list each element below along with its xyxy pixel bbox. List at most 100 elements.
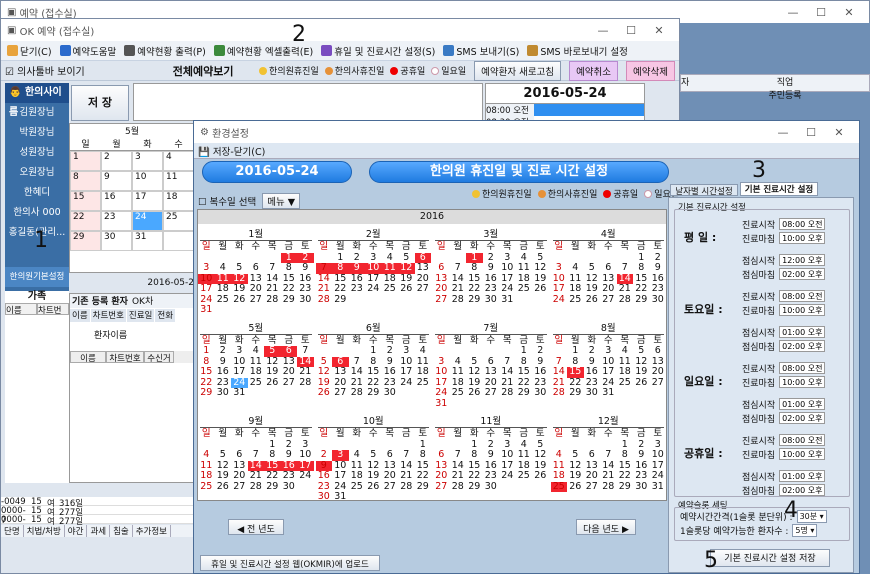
calendar-day[interactable]: 15 bbox=[567, 366, 584, 378]
calendar-day[interactable]: 13 bbox=[332, 366, 349, 378]
calendar-day[interactable]: 10 bbox=[433, 366, 450, 378]
time-input[interactable] bbox=[779, 254, 826, 266]
mini-day[interactable]: 31 bbox=[132, 231, 163, 251]
calendar-day[interactable]: 25 bbox=[198, 481, 215, 493]
bottom-tab[interactable]: 야간 bbox=[65, 525, 88, 537]
calendar-day[interactable]: 17 bbox=[198, 283, 215, 295]
mini-day[interactable]: 23 bbox=[101, 211, 132, 231]
calendar-day[interactable]: 1 bbox=[198, 345, 215, 357]
calendar-day[interactable]: 17 bbox=[332, 470, 349, 482]
calendar-day[interactable]: 9 bbox=[281, 449, 298, 461]
calendar-day[interactable]: 9 bbox=[483, 262, 500, 274]
calendar-day[interactable]: 12 bbox=[316, 366, 333, 378]
doctor-item[interactable]: 오원장님 bbox=[5, 163, 69, 183]
slot-count-select[interactable]: 5명 ▾ bbox=[792, 523, 818, 537]
mini-day[interactable]: 2 bbox=[101, 151, 132, 171]
toolbar-item[interactable]: 예약현황 출력(P) bbox=[124, 44, 206, 58]
time-input[interactable] bbox=[779, 304, 826, 316]
mini-day[interactable]: 8 bbox=[70, 171, 101, 191]
calendar-day[interactable]: 16 bbox=[215, 366, 232, 378]
calendar-day[interactable]: 20 bbox=[433, 470, 450, 482]
calendar-day[interactable]: 28 bbox=[248, 481, 265, 493]
table-row[interactable]: 0000-9 15 여 277일 bbox=[1, 515, 201, 535]
minimize-button[interactable]: — bbox=[769, 126, 797, 139]
calendar-day[interactable]: 26 bbox=[532, 470, 549, 482]
calendar-day[interactable]: 6 bbox=[280, 345, 297, 357]
calendar-day[interactable]: 16 bbox=[532, 366, 549, 378]
calendar-day[interactable]: 5 bbox=[215, 449, 232, 461]
calendar-day[interactable]: 4 bbox=[198, 449, 215, 461]
mini-day[interactable]: 3 bbox=[132, 151, 163, 171]
calendar-day[interactable]: 10 bbox=[499, 449, 516, 461]
bottom-tab[interactable]: 단명 bbox=[1, 525, 24, 537]
calendar-day[interactable]: 3 bbox=[332, 449, 349, 461]
memo-area[interactable] bbox=[133, 83, 483, 121]
calendar-day[interactable]: 29 bbox=[567, 387, 584, 399]
calendar-day[interactable]: 11 bbox=[381, 262, 398, 274]
calendar-day[interactable]: 21 bbox=[264, 283, 281, 295]
close-button[interactable]: ✕ bbox=[825, 126, 853, 139]
calendar-day[interactable]: 26 bbox=[567, 481, 584, 493]
calendar-day[interactable]: 27 bbox=[433, 481, 450, 493]
calendar-day[interactable]: 29 bbox=[365, 387, 382, 399]
calendar-day[interactable]: 29 bbox=[617, 481, 634, 493]
minimize-button[interactable]: — bbox=[589, 24, 617, 37]
bottom-tab[interactable]: 과세 bbox=[87, 525, 111, 537]
prev-year-button[interactable]: ◀ 전 년도 bbox=[228, 519, 284, 535]
calendar-day[interactable]: 21 bbox=[450, 283, 467, 295]
calendar-day[interactable]: 31 bbox=[332, 491, 349, 503]
calendar-day[interactable]: 7 bbox=[248, 449, 265, 461]
calendar-day[interactable]: 19 bbox=[365, 470, 382, 482]
calendar-day[interactable]: 8 bbox=[466, 262, 483, 274]
calendar-day[interactable]: 30 bbox=[215, 387, 232, 399]
calendar-day[interactable]: 29 bbox=[466, 294, 483, 306]
mini-day[interactable]: 22 bbox=[70, 211, 101, 231]
calendar-day[interactable]: 30 bbox=[532, 387, 549, 399]
calendar-day[interactable]: 27 bbox=[248, 294, 265, 306]
mini-day[interactable]: 15 bbox=[70, 191, 101, 211]
calendar-day[interactable]: 29 bbox=[281, 294, 298, 306]
calendar-day[interactable]: 24 bbox=[650, 470, 667, 482]
calendar-day[interactable]: 4 bbox=[551, 449, 568, 461]
calendar-day[interactable]: 6 bbox=[600, 262, 617, 274]
time-input[interactable] bbox=[779, 218, 826, 230]
bottom-tab[interactable]: 치법/처방 bbox=[24, 525, 65, 537]
next-year-button[interactable]: 다음 년도 ▶ bbox=[576, 519, 636, 535]
calendar-day[interactable]: 29 bbox=[516, 387, 533, 399]
calendar-day[interactable]: 29 bbox=[332, 294, 349, 306]
calendar-day[interactable]: 3 bbox=[231, 345, 248, 357]
calendar-day[interactable]: 6 bbox=[433, 262, 450, 274]
calendar-day[interactable]: 29 bbox=[466, 481, 483, 493]
toolbar-item[interactable]: SMS 바로보내기 설정 bbox=[527, 44, 628, 58]
calendar-day[interactable]: 5 bbox=[365, 449, 382, 461]
calendar-day[interactable]: 25 bbox=[349, 481, 366, 493]
calendar-day[interactable]: 23 bbox=[281, 470, 298, 482]
calendar-day[interactable]: 19 bbox=[567, 470, 584, 482]
calendar-day[interactable]: 19 bbox=[264, 366, 281, 378]
mini-day[interactable]: 11 bbox=[163, 171, 194, 191]
calendar-day[interactable]: 15 bbox=[516, 366, 533, 378]
mini-day[interactable]: 10 bbox=[132, 171, 163, 191]
calendar-day[interactable]: 5 bbox=[231, 262, 248, 274]
mini-day[interactable]: 9 bbox=[101, 171, 132, 191]
calendar-day[interactable]: 22 bbox=[466, 470, 483, 482]
calendar-day[interactable]: 16 bbox=[316, 470, 333, 482]
subtab-name[interactable]: 이름 bbox=[70, 309, 90, 322]
calendar-day[interactable]: 5 bbox=[567, 449, 584, 461]
calendar-day[interactable]: 30 bbox=[483, 481, 500, 493]
calendar-day[interactable]: 11 bbox=[516, 262, 533, 274]
calendar-day[interactable]: 4 bbox=[248, 345, 265, 357]
calendar-day[interactable]: 31 bbox=[650, 481, 667, 493]
calendar-day[interactable]: 26 bbox=[584, 294, 601, 306]
calendar-day[interactable]: 30 bbox=[316, 491, 333, 503]
calendar-day[interactable]: 27 bbox=[382, 481, 399, 493]
mini-day[interactable]: 29 bbox=[70, 231, 101, 251]
calendar-day[interactable]: 30 bbox=[281, 481, 298, 493]
calendar-day[interactable]: 3 bbox=[551, 262, 568, 274]
calendar-day[interactable]: 8 bbox=[466, 449, 483, 461]
calendar-day[interactable]: 26 bbox=[316, 387, 333, 399]
tab-basic-time[interactable]: 기본 진료시간 설정 bbox=[740, 182, 818, 196]
calendar-day[interactable]: 27 bbox=[231, 481, 248, 493]
mini-day[interactable]: 1 bbox=[70, 151, 101, 171]
calendar-day[interactable]: 25 bbox=[215, 294, 232, 306]
